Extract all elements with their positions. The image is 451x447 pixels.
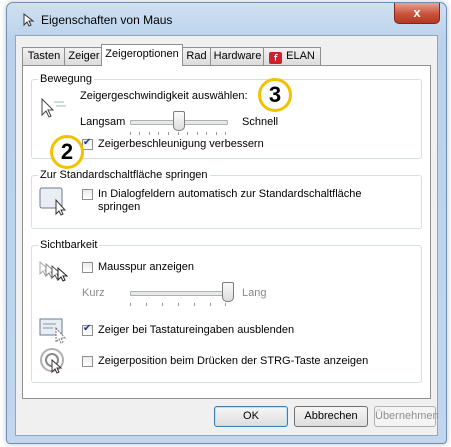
tab-hardware[interactable]: Hardware	[210, 47, 265, 65]
tab-label: Tasten	[27, 50, 61, 62]
trail-slider-ticks	[130, 303, 226, 307]
tab-zeiger[interactable]: Zeiger	[64, 47, 104, 65]
tick	[225, 132, 226, 135]
pointer-location-icon	[40, 348, 64, 374]
snap-label-line1[interactable]: In Dialogfeldern automatisch zur Standar…	[98, 188, 362, 200]
group-title: Bewegung	[38, 73, 94, 85]
tab-rad[interactable]: Rad	[181, 47, 212, 65]
speed-slider-thumb[interactable]	[173, 111, 185, 131]
mouse-pointer-icon	[23, 12, 35, 27]
group-bewegung: Bewegung Zeigergeschwindigkeit auswählen…	[31, 73, 422, 159]
tick	[158, 132, 159, 135]
tab-elan[interactable]: ꬵ ELAN	[263, 47, 321, 65]
group-snap-to-default: Zur Standardschaltfläche springen In Dia…	[31, 169, 422, 229]
annotation-badge-3: 3	[258, 78, 292, 112]
tick	[197, 132, 198, 135]
snap-checkbox[interactable]	[82, 189, 93, 200]
trail-slider-thumb[interactable]	[222, 282, 234, 302]
trail-label[interactable]: Mausspur anzeigen	[98, 261, 194, 273]
long-label: Lang	[242, 287, 267, 299]
fast-label: Schnell	[242, 116, 279, 128]
pointer-speed-icon	[41, 97, 66, 118]
apply-button[interactable]: Übernehmen	[374, 406, 439, 427]
tick	[194, 303, 195, 306]
tab-panel-zeigeroptionen: Bewegung Zeigergeschwindigkeit auswählen…	[22, 65, 431, 399]
tab-zeigeroptionen[interactable]: Zeigeroptionen	[101, 44, 183, 66]
ctrl-location-label[interactable]: Zeigerposition beim Drücken der STRG-Tas…	[98, 355, 368, 367]
snap-label-line2[interactable]: springen	[98, 201, 140, 213]
snap-to-button-icon	[39, 187, 67, 216]
tick	[146, 303, 147, 306]
dialog-window: Eigenschaften von Maus x Tasten Zeiger Z…	[6, 2, 447, 444]
tab-label: Rad	[186, 50, 207, 62]
tick	[225, 303, 226, 306]
tick	[206, 132, 207, 135]
trail-slider-track[interactable]	[130, 291, 228, 296]
group-title: Sichtbarkeit	[38, 239, 100, 251]
tab-label: Zeigeroptionen	[105, 48, 179, 60]
pointer-trail-icon	[39, 260, 69, 282]
tick	[216, 132, 217, 135]
tick	[139, 132, 140, 135]
tick	[178, 303, 179, 306]
tick	[178, 132, 179, 135]
tick	[187, 132, 188, 135]
tab-label: Hardware	[213, 50, 262, 62]
tab-tasten[interactable]: Tasten	[22, 47, 66, 65]
group-sichtbarkeit: Sichtbarkeit Mausspur anzeigen Kurz Lang…	[31, 239, 422, 383]
window-title: Eigenschaften von Maus	[41, 13, 173, 27]
tab-label: ELAN	[286, 50, 315, 62]
slow-label: Langsam	[80, 116, 126, 128]
tick	[149, 132, 150, 135]
elan-logo-icon: ꬵ	[269, 52, 283, 64]
tick	[130, 303, 131, 306]
speed-slider-ticks	[130, 132, 226, 136]
close-button[interactable]: x	[394, 3, 440, 24]
ok-button[interactable]: OK	[214, 406, 288, 427]
hide-pointer-label[interactable]: Zeiger bei Tastatureingaben ausblenden	[98, 324, 294, 336]
dialog-client-area: Tasten Zeiger Zeigeroptionen Rad Hardwar…	[15, 35, 439, 436]
acceleration-label[interactable]: Zeigerbeschleunigung verbessern	[98, 138, 264, 150]
short-label: Kurz	[82, 287, 105, 299]
hide-pointer-checkbox[interactable]	[82, 323, 93, 336]
tick	[210, 303, 211, 306]
tick	[162, 303, 163, 306]
title-bar[interactable]: Eigenschaften von Maus x	[7, 3, 446, 37]
trail-checkbox[interactable]	[82, 262, 93, 273]
ctrl-location-checkbox[interactable]	[82, 356, 93, 367]
hide-pointer-icon	[39, 318, 67, 344]
cancel-button[interactable]: Abbrechen	[294, 406, 368, 427]
tab-label: Zeiger	[68, 50, 100, 62]
speed-label: Zeigergeschwindigkeit auswählen:	[80, 90, 248, 102]
annotation-badge-2: 2	[50, 135, 84, 169]
group-title: Zur Standardschaltfläche springen	[38, 169, 210, 181]
tick	[168, 132, 169, 135]
tick	[130, 132, 131, 135]
